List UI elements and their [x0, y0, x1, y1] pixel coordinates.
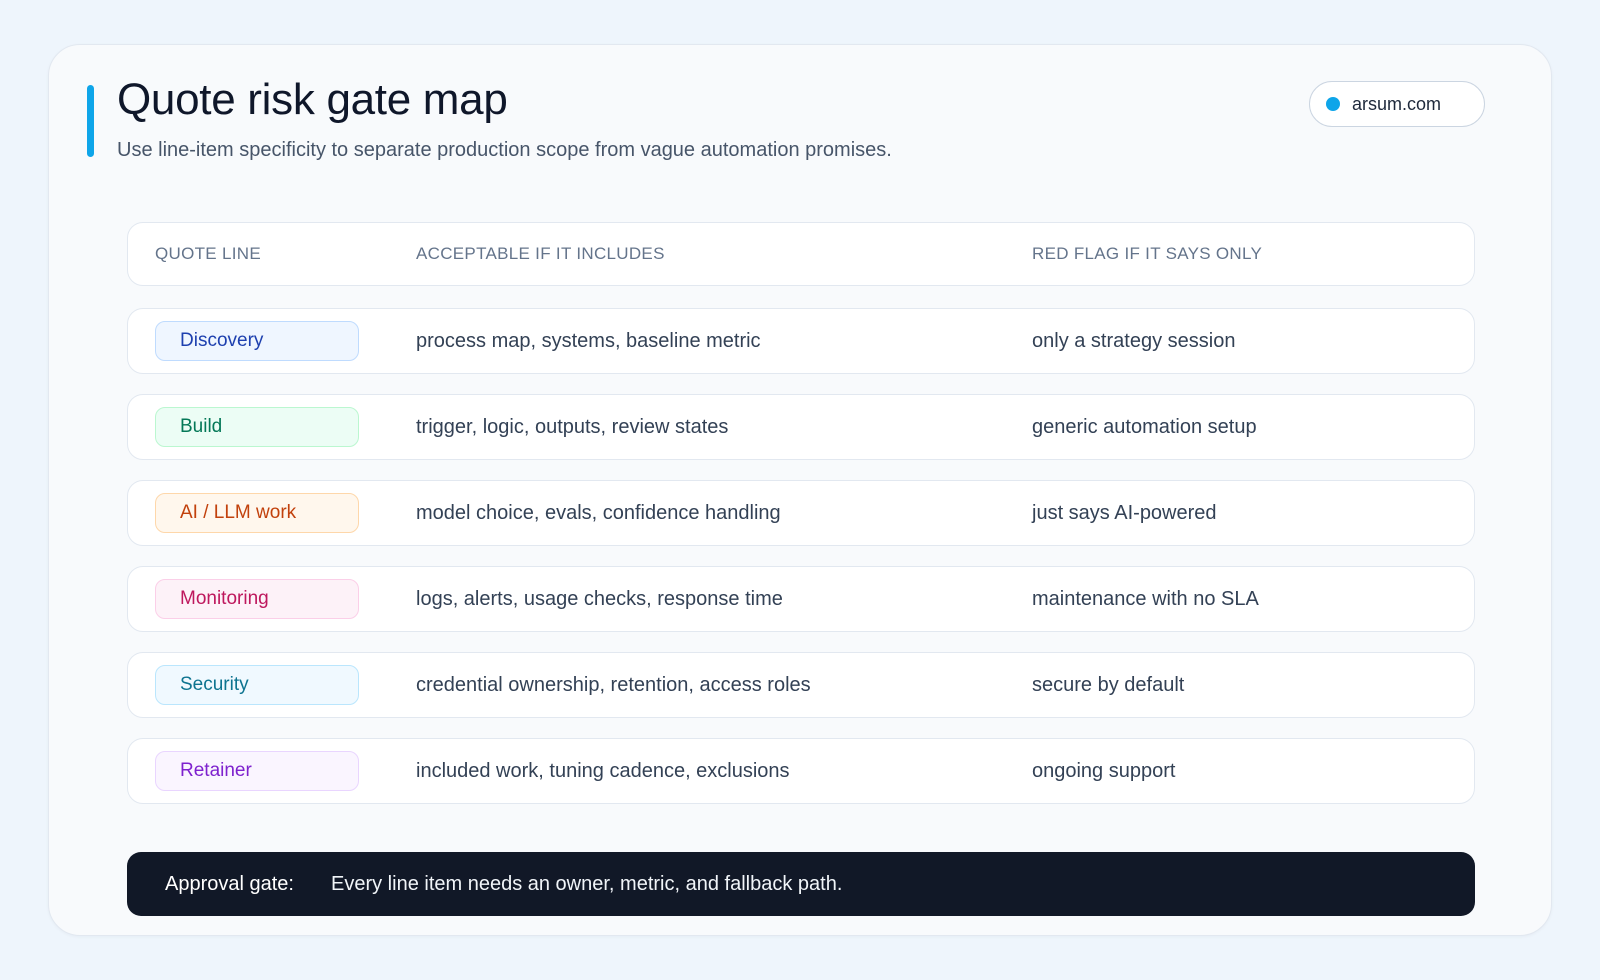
table-row: Security credential ownership, retention…	[127, 652, 1475, 718]
table-row: Discovery process map, systems, baseline…	[127, 308, 1475, 374]
acceptable-cell: logs, alerts, usage checks, response tim…	[416, 587, 783, 610]
quote-line-chip-security[interactable]: Security	[155, 665, 359, 705]
acceptable-cell: process map, systems, baseline metric	[416, 329, 761, 352]
domain-badge[interactable]: arsum.com	[1309, 81, 1485, 127]
status-dot-icon	[1326, 97, 1340, 111]
red-flag-cell: just says AI-powered	[1032, 501, 1217, 524]
main-card: Quote risk gate map Use line-item specif…	[48, 44, 1552, 936]
quote-line-chip-monitoring[interactable]: Monitoring	[155, 579, 359, 619]
quote-line-chip-build[interactable]: Build	[155, 407, 359, 447]
domain-badge-label: arsum.com	[1352, 93, 1442, 114]
table-row: Monitoring logs, alerts, usage checks, r…	[127, 566, 1475, 632]
column-header-acceptable: ACCEPTABLE IF IT INCLUDES	[416, 244, 665, 263]
quote-line-chip-retainer[interactable]: Retainer	[155, 751, 359, 791]
approval-gate-text: Every line item needs an owner, metric, …	[331, 872, 843, 895]
acceptable-cell: trigger, logic, outputs, review states	[416, 415, 729, 438]
table-row: AI / LLM work model choice, evals, confi…	[127, 480, 1475, 546]
red-flag-cell: only a strategy session	[1032, 329, 1236, 352]
quote-line-chip-discovery[interactable]: Discovery	[155, 321, 359, 361]
acceptable-cell: credential ownership, retention, access …	[416, 673, 811, 696]
acceptable-cell: included work, tuning cadence, exclusion…	[416, 759, 790, 782]
red-flag-cell: generic automation setup	[1032, 415, 1257, 438]
table-row: Retainer included work, tuning cadence, …	[127, 738, 1475, 804]
red-flag-cell: maintenance with no SLA	[1032, 587, 1259, 610]
column-header-red-flag: RED FLAG IF IT SAYS ONLY	[1032, 244, 1263, 263]
approval-gate-label: Approval gate:	[165, 872, 294, 895]
quote-line-chip-ai-llm-work[interactable]: AI / LLM work	[155, 493, 359, 533]
page-subtitle: Use line-item specificity to separate pr…	[117, 139, 892, 161]
approval-gate-banner: Approval gate: Every line item needs an …	[127, 852, 1475, 916]
red-flag-cell: ongoing support	[1032, 759, 1176, 782]
table-header: QUOTE LINE ACCEPTABLE IF IT INCLUDES RED…	[127, 222, 1475, 286]
table-row: Build trigger, logic, outputs, review st…	[127, 394, 1475, 460]
column-header-quote-line: QUOTE LINE	[155, 244, 261, 263]
acceptable-cell: model choice, evals, confidence handling	[416, 501, 781, 524]
red-flag-cell: secure by default	[1032, 673, 1185, 696]
title-accent-bar	[87, 85, 94, 157]
page-title: Quote risk gate map	[117, 75, 508, 124]
